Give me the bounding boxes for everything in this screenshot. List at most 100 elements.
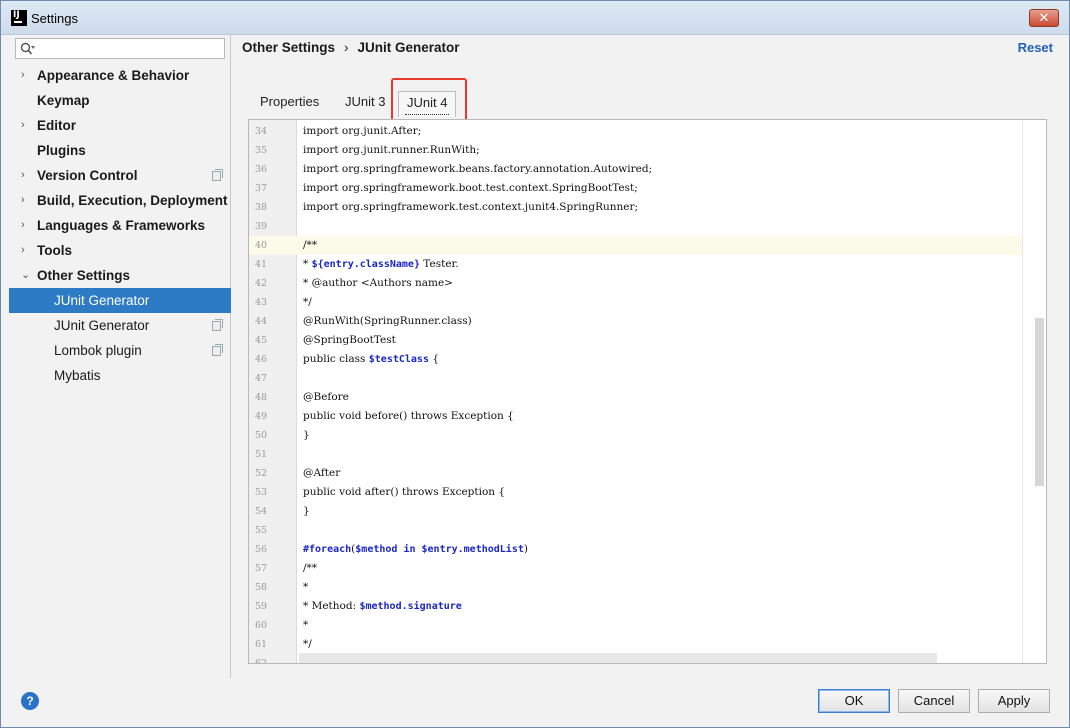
- sidebar-item-lombok-plugin[interactable]: Lombok plugin: [9, 338, 231, 363]
- code-fragment: @RunWith(SpringRunner.class): [303, 315, 472, 327]
- sidebar-item-label: Appearance & Behavior: [37, 68, 190, 83]
- sidebar-item-other-settings[interactable]: ⌄ Other Settings: [9, 263, 231, 288]
- vertical-scroll-thumb[interactable]: [1035, 318, 1044, 486]
- horizontal-scroll-thumb[interactable]: [299, 653, 937, 663]
- chevron-right-icon[interactable]: ›: [21, 188, 25, 213]
- chevron-right-icon[interactable]: ›: [21, 113, 25, 138]
- code-line: 35 import org.junit.runner.RunWith;: [249, 141, 1045, 160]
- code-line: 45 @SpringBootTest: [249, 331, 1045, 350]
- template-variable: ${entry.className}: [311, 259, 420, 270]
- reset-link[interactable]: Reset: [1018, 40, 1053, 55]
- sidebar-item-appearance-behavior[interactable]: › Appearance & Behavior: [9, 63, 231, 88]
- code-fragment: */: [303, 638, 312, 650]
- code-text: }: [303, 502, 310, 521]
- code-text: import org.junit.After;: [303, 122, 421, 141]
- sidebar-item-label: JUnit Generator: [54, 318, 150, 333]
- code-fragment: import org.junit.After;: [303, 125, 422, 137]
- line-number: 44: [255, 316, 268, 327]
- intellij-app-icon: IJ: [11, 10, 27, 26]
- line-number: 52: [255, 468, 268, 479]
- code-line: 52 @After: [249, 464, 1045, 483]
- sidebar-item-label: Languages & Frameworks: [37, 218, 206, 233]
- line-number: 57: [255, 563, 268, 574]
- chevron-down-icon[interactable]: ⌄: [21, 263, 30, 288]
- code-line: 58 *: [249, 578, 1045, 597]
- sidebar-item-editor[interactable]: › Editor: [9, 113, 231, 138]
- code-line: 41 * ${entry.className} Tester.: [249, 255, 1045, 274]
- vertical-scrollbar[interactable]: [1022, 120, 1046, 663]
- sidebar-item-junit-generator[interactable]: JUnit Generator: [9, 288, 231, 313]
- code-text: *: [303, 616, 308, 635]
- line-number: 36: [255, 164, 268, 175]
- code-text: public void before() throws Exception {: [303, 407, 514, 426]
- code-line: 38 import org.springframework.test.contex…: [249, 198, 1045, 217]
- code-line: 40 /**: [249, 236, 1045, 255]
- code-fragment: @SpringBootTest: [303, 334, 396, 346]
- breadcrumb: Other Settings › JUnit Generator: [242, 40, 460, 55]
- help-button[interactable]: ?: [21, 692, 39, 710]
- line-number: 53: [255, 487, 268, 498]
- template-editor[interactable]: 34 import org.junit.After; 35 import org.ju…: [248, 119, 1047, 664]
- sidebar-item-plugins[interactable]: Plugins: [9, 138, 231, 163]
- sidebar-item-tools[interactable]: › Tools: [9, 238, 231, 263]
- tab-junit-3[interactable]: JUnit 3: [345, 91, 385, 117]
- code-line: 42 * @author <Authors name>: [249, 274, 1045, 293]
- code-text: }: [303, 426, 310, 445]
- line-number: 35: [255, 145, 268, 156]
- code-line: 54}: [249, 502, 1045, 521]
- apply-button[interactable]: Apply: [978, 689, 1050, 713]
- code-text: * Method: $method.signature: [303, 597, 462, 616]
- code-fragment: *: [303, 581, 309, 593]
- cancel-button[interactable]: Cancel: [898, 689, 970, 713]
- line-number: 41: [255, 259, 268, 270]
- sidebar-item-version-control[interactable]: › Version Control: [9, 163, 231, 188]
- code-text: */: [303, 635, 312, 654]
- code-fragment: import org.springframework.test.context.…: [303, 201, 639, 213]
- close-button[interactable]: ✕: [1029, 9, 1059, 27]
- code-text: import org.springframework.test.context.…: [303, 198, 638, 217]
- tab-junit-4[interactable]: JUnit 4: [398, 91, 457, 117]
- sidebar-item-mybatis[interactable]: Mybatis: [9, 363, 231, 388]
- chevron-right-icon[interactable]: ›: [21, 213, 25, 238]
- tab-properties[interactable]: Properties: [260, 91, 319, 117]
- code-fragment: /**: [303, 562, 318, 574]
- tab-focus-underline: [405, 114, 450, 115]
- line-number: 39: [255, 221, 268, 232]
- code-fragment: @After: [303, 467, 341, 479]
- code-line: 48 @Before: [249, 388, 1045, 407]
- code-text: @SpringBootTest: [303, 331, 396, 350]
- code-fragment: * Method:: [303, 600, 360, 612]
- code-text: *: [303, 578, 308, 597]
- code-text: public class $testClass {: [303, 350, 439, 369]
- code-line: 43 */: [249, 293, 1045, 312]
- sidebar-item-label: Editor: [37, 118, 76, 133]
- code-text: import org.junit.runner.RunWith;: [303, 141, 480, 160]
- sidebar-item-languages-frameworks[interactable]: › Languages & Frameworks: [9, 213, 231, 238]
- code-fragment: import org.springframework.beans.factory…: [303, 163, 653, 175]
- line-number: 46: [255, 354, 268, 365]
- project-scope-icon: [212, 344, 223, 356]
- sidebar-item-build-execution-deployment[interactable]: › Build, Execution, Deployment: [9, 188, 231, 213]
- code-line: 37 import org.springframework.boot.test.c…: [249, 179, 1045, 198]
- settings-tree: › Appearance & Behavior Keymap › Editor Plugi…: [9, 63, 231, 388]
- sidebar-item-keymap[interactable]: Keymap: [9, 88, 231, 113]
- code-line: 36 import org.springframework.beans.facto…: [249, 160, 1045, 179]
- breadcrumb-separator: ›: [344, 40, 349, 55]
- code-fragment: }: [303, 429, 310, 441]
- code-line: 39: [249, 217, 1045, 236]
- code-line: 61 */: [249, 635, 1045, 654]
- code-fragment: public void after() throws Exception {: [303, 486, 506, 498]
- breadcrumb-parent: Other Settings: [242, 40, 336, 55]
- code-fragment: *: [303, 258, 312, 270]
- chevron-right-icon[interactable]: ›: [21, 163, 25, 188]
- chevron-right-icon[interactable]: ›: [21, 238, 25, 263]
- code-text: import org.springframework.boot.test.con…: [303, 179, 638, 198]
- sidebar-item-label: Plugins: [37, 143, 86, 158]
- sidebar-item-label: Version Control: [37, 168, 138, 183]
- chevron-right-icon[interactable]: ›: [21, 63, 25, 88]
- ok-button[interactable]: OK: [818, 689, 890, 713]
- line-number: 59: [255, 601, 268, 612]
- line-number: 51: [255, 449, 268, 460]
- search-input[interactable]: [15, 38, 225, 59]
- sidebar-item-junit-generator[interactable]: JUnit Generator: [9, 313, 231, 338]
